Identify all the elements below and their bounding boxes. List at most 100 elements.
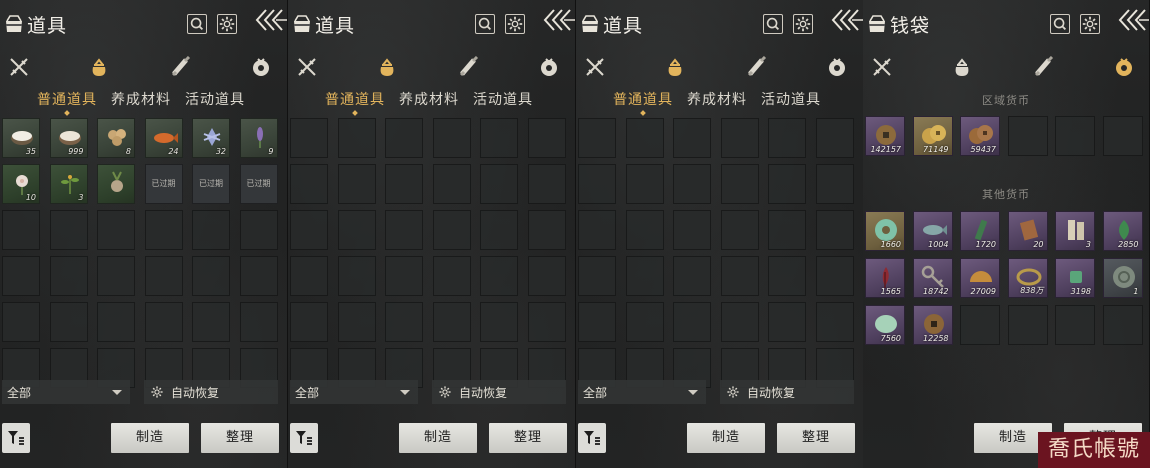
empty-slot[interactable] xyxy=(97,210,135,250)
empty-slot[interactable] xyxy=(527,164,566,204)
empty-slot[interactable] xyxy=(815,118,854,158)
empty-slot[interactable] xyxy=(768,210,806,250)
search-icon[interactable] xyxy=(187,14,207,34)
empty-slot[interactable] xyxy=(527,256,566,296)
gear-icon[interactable] xyxy=(1080,14,1100,34)
currency-slot[interactable]: 2850 xyxy=(1102,211,1143,251)
tab-materials[interactable]: 养成材料 xyxy=(399,89,459,109)
sort-button[interactable]: 整理 xyxy=(777,423,855,453)
empty-slot[interactable] xyxy=(385,118,423,158)
empty-slot[interactable] xyxy=(480,164,518,204)
empty-slot[interactable] xyxy=(192,256,230,296)
currency-slot[interactable]: 1 xyxy=(1102,258,1143,298)
empty-slot[interactable] xyxy=(578,164,616,204)
empty-slot[interactable] xyxy=(480,118,518,158)
empty-slot[interactable] xyxy=(960,305,1000,345)
empty-slot[interactable] xyxy=(1007,305,1048,345)
empty-slot[interactable] xyxy=(432,256,471,296)
empty-slot[interactable] xyxy=(337,118,376,158)
empty-slot[interactable] xyxy=(815,210,854,250)
empty-slot[interactable] xyxy=(49,210,88,250)
currency-slot[interactable]: 1720 xyxy=(960,211,1000,251)
sort-button[interactable]: 整理 xyxy=(489,423,567,453)
empty-slot[interactable] xyxy=(480,210,518,250)
category-scroll-icon[interactable] xyxy=(1033,56,1055,78)
category-wallet-icon[interactable] xyxy=(826,56,848,78)
empty-slot[interactable] xyxy=(673,302,711,342)
empty-slot[interactable] xyxy=(625,118,664,158)
back-arrow-icon[interactable] xyxy=(830,8,864,36)
empty-slot[interactable] xyxy=(578,118,616,158)
empty-slot[interactable] xyxy=(337,210,376,250)
craft-button[interactable]: 制造 xyxy=(399,423,477,453)
auto-restore-toggle[interactable]: 自动恢复 xyxy=(432,380,566,404)
empty-slot[interactable] xyxy=(290,302,328,342)
empty-slot[interactable] xyxy=(1055,116,1095,156)
tab-event-items[interactable]: 活动道具 xyxy=(473,89,533,109)
category-weapons-icon[interactable] xyxy=(8,56,30,78)
empty-slot[interactable] xyxy=(432,164,471,204)
empty-slot[interactable] xyxy=(480,302,518,342)
sort-button[interactable]: 整理 xyxy=(201,423,279,453)
currency-slot[interactable]: 20 xyxy=(1007,211,1048,251)
currency-slot[interactable]: 1004 xyxy=(912,211,953,251)
empty-slot[interactable] xyxy=(625,164,664,204)
category-items-icon[interactable] xyxy=(664,56,686,78)
empty-slot[interactable] xyxy=(290,210,328,250)
inventory-slot[interactable]: 10 xyxy=(2,164,40,204)
auto-restore-toggle[interactable]: 自动恢复 xyxy=(144,380,278,404)
category-weapons-icon[interactable] xyxy=(871,56,893,78)
empty-slot[interactable] xyxy=(49,256,88,296)
empty-slot[interactable] xyxy=(385,256,423,296)
tab-event-items[interactable]: 活动道具 xyxy=(761,89,821,109)
empty-slot[interactable] xyxy=(673,256,711,296)
empty-slot[interactable] xyxy=(337,302,376,342)
empty-slot[interactable] xyxy=(625,210,664,250)
empty-slot[interactable] xyxy=(337,164,376,204)
empty-slot[interactable] xyxy=(97,302,135,342)
empty-slot[interactable] xyxy=(1102,305,1143,345)
empty-slot[interactable] xyxy=(720,256,759,296)
back-arrow-icon[interactable] xyxy=(542,8,576,36)
category-wallet-icon[interactable] xyxy=(1113,56,1135,78)
category-items-icon[interactable] xyxy=(951,56,973,78)
filter-dropdown[interactable]: 全部 xyxy=(2,380,130,404)
empty-slot[interactable] xyxy=(2,256,40,296)
empty-slot[interactable] xyxy=(720,210,759,250)
inventory-slot[interactable]: 8 xyxy=(97,118,135,158)
empty-slot[interactable] xyxy=(527,118,566,158)
back-arrow-icon[interactable] xyxy=(254,8,288,36)
category-wallet-icon[interactable] xyxy=(250,56,272,78)
empty-slot[interactable] xyxy=(385,302,423,342)
currency-slot[interactable]: 142157 xyxy=(865,116,905,156)
currency-slot[interactable]: 71149 xyxy=(912,116,953,156)
auto-restore-toggle[interactable]: 自动恢复 xyxy=(720,380,854,404)
empty-slot[interactable] xyxy=(432,210,471,250)
category-wallet-icon[interactable] xyxy=(538,56,560,78)
currency-slot[interactable]: 27009 xyxy=(960,258,1000,298)
empty-slot[interactable] xyxy=(192,210,230,250)
empty-slot[interactable] xyxy=(527,302,566,342)
empty-slot[interactable] xyxy=(144,256,183,296)
empty-slot[interactable] xyxy=(337,256,376,296)
tab-materials[interactable]: 养成材料 xyxy=(111,89,171,109)
filter-button[interactable] xyxy=(578,423,606,453)
category-weapons-icon[interactable] xyxy=(584,56,606,78)
inventory-slot[interactable]: 24 xyxy=(144,118,183,158)
category-items-icon[interactable] xyxy=(376,56,398,78)
craft-button[interactable]: 制造 xyxy=(687,423,765,453)
empty-slot[interactable] xyxy=(720,118,759,158)
currency-slot[interactable]: 3 xyxy=(1055,211,1095,251)
currency-slot[interactable]: 838万 xyxy=(1007,258,1048,298)
empty-slot[interactable] xyxy=(815,256,854,296)
currency-slot[interactable]: 12258 xyxy=(912,305,953,345)
currency-slot[interactable]: 7560 xyxy=(865,305,905,345)
empty-slot[interactable] xyxy=(1055,305,1095,345)
empty-slot[interactable] xyxy=(49,302,88,342)
search-icon[interactable] xyxy=(763,14,783,34)
inventory-slot[interactable]: 已过期 xyxy=(239,164,278,204)
filter-dropdown[interactable]: 全部 xyxy=(290,380,418,404)
inventory-slot[interactable]: 999 xyxy=(49,118,88,158)
empty-slot[interactable] xyxy=(290,164,328,204)
empty-slot[interactable] xyxy=(815,164,854,204)
